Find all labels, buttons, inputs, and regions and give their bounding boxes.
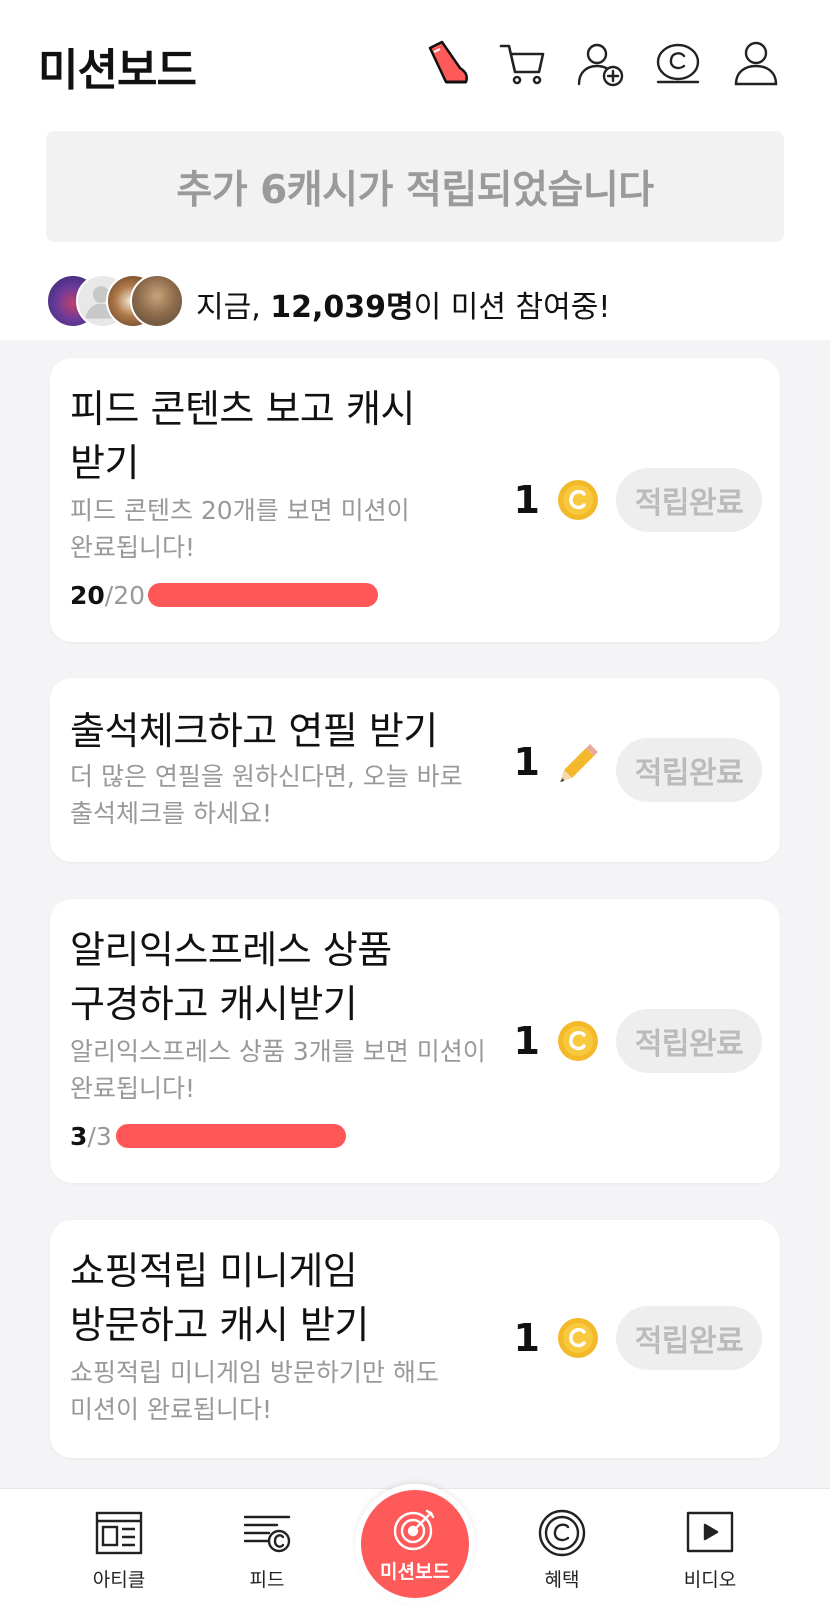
mission-card-feed[interactable]: 피드 콘텐츠 보고 캐시 받기 피드 콘텐츠 20개를 보면 미션이 완료됩니다… — [50, 358, 780, 642]
earned-complete-button[interactable]: 적립완료 — [616, 738, 762, 802]
profile-icon[interactable] — [730, 38, 782, 90]
progress-total: /3 — [87, 1121, 112, 1151]
mission-desc-line: 더 많은 연필을 원하신다면, 오늘 바로 — [70, 762, 463, 791]
mission-title: 피드 콘텐츠 보고 캐시 받기 — [70, 382, 415, 490]
video-icon — [686, 1511, 734, 1553]
mission-title: 쇼핑적립 미니게임 방문하고 캐시 받기 — [70, 1244, 369, 1352]
mission-card-minigame[interactable]: 쇼핑적립 미니게임 방문하고 캐시 받기 쇼핑적립 미니게임 방문하기만 해도 … — [50, 1220, 780, 1458]
header: 미션보드 — [0, 0, 830, 125]
cart-icon[interactable] — [497, 38, 549, 90]
cash-earned-banner: 추가 6캐시가 적립되었습니다 — [46, 131, 784, 242]
page-title: 미션보드 — [38, 45, 197, 96]
target-icon — [393, 1509, 435, 1550]
participants-prefix: 지금, — [196, 290, 271, 325]
participants-suffix: 이 미션 참여중! — [413, 290, 611, 325]
participants-section: 지금, 12,039명이 미션 참여중! — [0, 250, 830, 340]
mission-progress: 20/20 — [70, 580, 145, 610]
nav-item-missionboard[interactable]: 미션보드 — [355, 1484, 475, 1604]
shoe-walk-icon[interactable] — [420, 38, 472, 90]
reward-amount: 1 — [513, 1019, 540, 1063]
mission-title-line: 출석체크하고 연필 받기 — [70, 709, 438, 753]
progress-current: 20 — [70, 580, 105, 610]
article-icon — [95, 1511, 143, 1555]
cash-coin-icon[interactable] — [652, 38, 704, 90]
nav-label: 미션보드 — [380, 1560, 450, 1583]
mission-reward: 1 — [514, 478, 600, 522]
pencil-icon — [560, 744, 598, 782]
cash-coin-icon — [558, 480, 598, 520]
mission-title: 알리익스프레스 상품 구경하고 캐시받기 — [70, 923, 392, 1031]
mission-description: 알리익스프레스 상품 3개를 보면 미션이 완료됩니다! — [70, 1033, 486, 1107]
mission-description: 더 많은 연필을 원하신다면, 오늘 바로 출석체크를 하세요! — [70, 758, 463, 832]
mission-desc-line: 미션이 완료됩니다! — [70, 1395, 272, 1424]
mission-desc-line: 피드 콘텐츠 20개를 보면 미션이 — [70, 496, 410, 525]
mission-title-line: 쇼핑적립 미니게임 — [70, 1249, 358, 1293]
mission-description: 쇼핑적립 미니게임 방문하기만 해도 미션이 완료됩니다! — [70, 1354, 439, 1428]
progress-total: /20 — [104, 580, 146, 610]
mission-card-aliexpress[interactable]: 알리익스프레스 상품 구경하고 캐시받기 알리익스프레스 상품 3개를 보면 미… — [50, 899, 780, 1183]
reward-amount: 1 — [513, 1316, 540, 1360]
nav-label: 피드 — [249, 1569, 285, 1591]
participant-avatars — [46, 274, 186, 328]
mission-desc-line: 출석체크를 하세요! — [70, 799, 272, 828]
feed-icon — [243, 1515, 291, 1553]
participants-count: 12,039명 — [270, 290, 414, 325]
nav-item-benefit[interactable]: 혜택 — [502, 1507, 622, 1592]
progress-bar — [116, 1124, 346, 1148]
banner-section: 추가 6캐시가 적립되었습니다 — [0, 125, 830, 250]
benefit-coin-icon — [538, 1509, 586, 1557]
mission-description: 피드 콘텐츠 20개를 보면 미션이 완료됩니다! — [70, 492, 410, 566]
mission-reward: 1 — [514, 1019, 600, 1063]
nav-item-feed[interactable]: 피드 — [207, 1507, 327, 1592]
mission-title-line: 구경하고 캐시받기 — [70, 982, 358, 1026]
earned-complete-button[interactable]: 적립완료 — [616, 468, 762, 532]
participants-count-text: 지금, 12,039명이 미션 참여중! — [196, 282, 610, 326]
progress-current: 3 — [70, 1121, 88, 1151]
earned-complete-button[interactable]: 적립완료 — [616, 1306, 762, 1370]
nav-item-video[interactable]: 비디오 — [650, 1507, 770, 1592]
nav-item-article[interactable]: 아티클 — [59, 1507, 179, 1592]
add-friend-icon[interactable] — [575, 38, 627, 90]
mission-title-line: 피드 콘텐츠 보고 캐시 — [70, 387, 415, 431]
mission-title-line: 방문하고 캐시 받기 — [70, 1303, 369, 1347]
reward-amount: 1 — [513, 478, 540, 522]
mission-desc-line: 완료됩니다! — [70, 1074, 196, 1103]
earned-complete-button[interactable]: 적립완료 — [616, 1009, 762, 1073]
progress-bar — [148, 583, 378, 607]
mission-reward: 1 — [514, 740, 600, 784]
nav-label: 아티클 — [92, 1569, 146, 1591]
avatar — [130, 274, 184, 328]
mission-desc-line: 쇼핑적립 미니게임 방문하기만 해도 — [70, 1358, 439, 1387]
mission-desc-line: 완료됩니다! — [70, 533, 196, 562]
reward-amount: 1 — [513, 740, 540, 784]
mission-title-line: 알리익스프레스 상품 — [70, 928, 392, 972]
cash-coin-icon — [558, 1318, 598, 1358]
nav-label: 혜택 — [544, 1569, 580, 1591]
mission-progress: 3/3 — [70, 1121, 112, 1151]
mission-card-attendance[interactable]: 출석체크하고 연필 받기 더 많은 연필을 원하신다면, 오늘 바로 출석체크를… — [50, 678, 780, 862]
mission-title-line: 받기 — [70, 441, 139, 485]
mission-title: 출석체크하고 연필 받기 — [70, 704, 438, 758]
mission-desc-line: 알리익스프레스 상품 3개를 보면 미션이 — [70, 1037, 486, 1066]
cash-coin-icon — [558, 1021, 598, 1061]
mission-reward: 1 — [514, 1316, 600, 1360]
nav-label: 비디오 — [683, 1569, 737, 1591]
